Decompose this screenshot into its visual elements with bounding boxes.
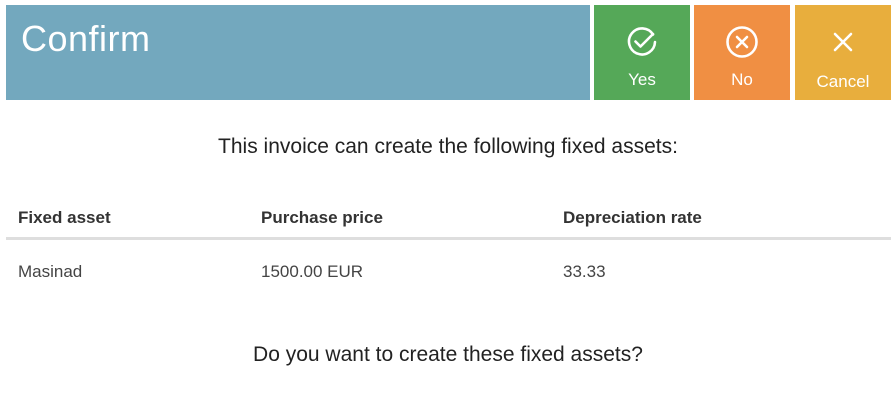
table-header: Fixed asset Purchase price Depreciation … <box>6 195 891 240</box>
title-bar: Confirm <box>6 5 590 100</box>
cell-depreciation-rate: 33.33 <box>563 262 606 281</box>
column-header-fixed-asset: Fixed asset <box>18 208 111 227</box>
close-icon <box>833 32 853 52</box>
confirm-dialog: Confirm Yes No Cancel This invoice can c… <box>0 0 896 405</box>
table-row: Masinad 1500.00 EUR 33.33 <box>6 240 891 298</box>
check-circle-icon <box>627 27 657 56</box>
cell-fixed-asset: Masinad <box>18 262 83 281</box>
cancel-button-label: Cancel <box>816 72 870 91</box>
intro-text: This invoice can create the following fi… <box>218 135 678 158</box>
confirm-question: Do you want to create these fixed assets… <box>253 343 643 366</box>
fixed-assets-table: Fixed asset Purchase price Depreciation … <box>6 195 891 298</box>
column-header-depreciation-rate: Depreciation rate <box>563 208 702 227</box>
cancel-button[interactable]: Cancel <box>795 5 891 100</box>
no-button-label: No <box>731 70 753 89</box>
dialog-header: Confirm Yes No Cancel <box>0 0 896 101</box>
dialog-title: Confirm <box>21 18 151 59</box>
x-circle-icon <box>726 26 758 58</box>
yes-button-label: Yes <box>628 70 656 89</box>
no-button[interactable]: No <box>694 5 790 100</box>
yes-button[interactable]: Yes <box>594 5 690 100</box>
cell-purchase-price: 1500.00 EUR <box>261 262 364 281</box>
column-header-purchase-price: Purchase price <box>261 208 383 227</box>
